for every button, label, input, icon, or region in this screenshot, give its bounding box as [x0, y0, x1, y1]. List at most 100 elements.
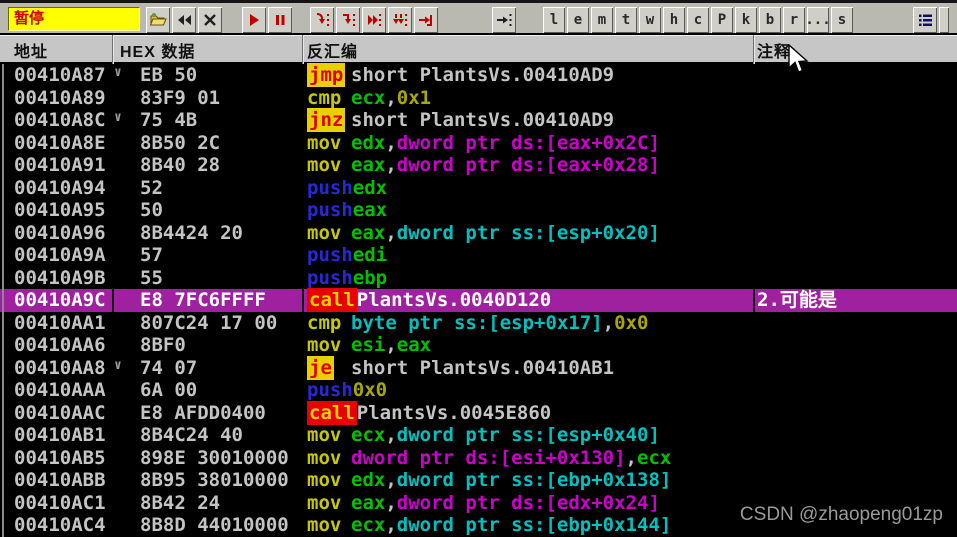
goto-icon: [496, 12, 512, 28]
disasm-row[interactable]: 00410AB1 8B4C24 40 mov ecx,dword ptr ss:[es…: [0, 424, 957, 447]
address-cell[interactable]: 00410AA8: [14, 357, 106, 380]
mnemonic-text: push: [307, 244, 353, 267]
address-cell[interactable]: 00410A87: [14, 64, 106, 87]
window-button-windows[interactable]: w: [639, 7, 661, 33]
mnemonic: mov: [307, 469, 351, 492]
column-header-hex[interactable]: HEX 数据: [120, 38, 195, 62]
address-cell[interactable]: 00410AA1: [14, 312, 106, 335]
window-button-cpu[interactable]: c: [687, 7, 709, 33]
address-cell[interactable]: 00410ABB: [14, 469, 106, 492]
window-button-more[interactable]: ...: [805, 7, 831, 33]
ollydbg-window: 暂停 l e m t w h c Pk b r... s 地址 HEX 数据 反汇编 注释 0041…: [0, 0, 957, 537]
disasm-cell: mov eax,dword ptr ds:[edx+0x24]: [307, 492, 660, 515]
window-button-source[interactable]: s: [831, 7, 853, 33]
mnemonic-text: push: [307, 199, 353, 222]
window-button-executables[interactable]: e: [567, 7, 589, 33]
address-cell[interactable]: 00410AAA: [14, 379, 106, 402]
address-cell[interactable]: 00410A96: [14, 222, 106, 245]
step-over-button[interactable]: [336, 7, 360, 33]
mnemonic-text: push: [307, 379, 353, 402]
disasm-row[interactable]: 00410A9C E8 7FC6FFFF call PlantsVs.0040D120…: [0, 288, 957, 313]
window-button-callstack[interactable]: k: [735, 7, 757, 33]
disasm-row[interactable]: 00410A8C ∨ 75 4B jnz short PlantsVs.00410AD9: [0, 108, 957, 133]
address-cell[interactable]: 00410A91: [14, 154, 106, 177]
close-button[interactable]: [198, 7, 222, 33]
disasm-row[interactable]: 00410AB5 898E 30010000 mov dword ptr ds:[es…: [0, 447, 957, 470]
run-button[interactable]: [242, 7, 266, 33]
disasm-row[interactable]: 00410AA6 8BF0 mov esi,eax: [0, 334, 957, 357]
disasm-row[interactable]: 00410A91 8B40 28 mov eax,dword ptr ds:[eax+…: [0, 154, 957, 177]
pause-button[interactable]: [268, 7, 292, 33]
step-into-button[interactable]: [310, 7, 334, 33]
operand-text: PlantsVs.0040D120: [356, 289, 552, 312]
disasm-row[interactable]: 00410ABB 8B95 38010000 mov edx,dword ptr ss…: [0, 469, 957, 492]
operand-mem: dword ptr ds:[eax+0x28]: [396, 154, 660, 177]
goto-button[interactable]: [492, 7, 516, 33]
address-cell[interactable]: 00410A9A: [14, 244, 106, 267]
partial-button[interactable]: [939, 7, 949, 33]
disasm-row[interactable]: 00410A9A 57 pushedi: [0, 244, 957, 267]
open-file-button[interactable]: [146, 7, 170, 33]
hex-bytes-cell: 8B95 38010000: [140, 469, 289, 492]
disasm-row[interactable]: 00410AA8 ∨ 74 07 je short PlantsVs.00410AB1: [0, 355, 957, 380]
address-cell[interactable]: 00410A94: [14, 177, 106, 200]
disasm-row[interactable]: 00410A89 83F9 01 cmp ecx,0x1: [0, 87, 957, 110]
disasm-cell: call PlantsVs.0045E860: [307, 400, 551, 425]
column-header-comment[interactable]: 注释: [757, 38, 791, 62]
column-header-disasm[interactable]: 反汇编: [307, 38, 358, 62]
window-button-breakpoints[interactable]: b: [759, 7, 781, 33]
column-header: 地址 HEX 数据 反汇编 注释: [0, 35, 957, 64]
toolbar-group: [310, 7, 438, 33]
address-cell[interactable]: 00410AAC: [14, 402, 106, 425]
address-cell[interactable]: 00410A89: [14, 87, 106, 110]
operand-text: short PlantsVs.00410AD9: [351, 64, 615, 86]
mnemonic: mov: [307, 492, 351, 515]
window-button-threads[interactable]: t: [615, 7, 637, 33]
disasm-row[interactable]: 00410A9B 55 pushebp: [0, 267, 957, 290]
operand-stack: byte ptr ss:[esp+0x17]: [351, 311, 603, 334]
address-cell[interactable]: 00410A95: [14, 199, 106, 222]
disasm-row[interactable]: 00410A87 ∨ EB 50 jmp short PlantsVs.00410AD9: [0, 63, 957, 87]
disasm-cell: call PlantsVs.0040D120: [307, 288, 552, 313]
window-button-references[interactable]: r: [783, 7, 805, 33]
address-cell[interactable]: 00410AA6: [14, 334, 106, 357]
address-cell[interactable]: 00410A8E: [14, 132, 106, 155]
rewind-icon: [176, 12, 192, 28]
trace-over-button[interactable]: [388, 7, 412, 33]
operand-reg: eax: [351, 221, 386, 244]
hex-bytes-cell: 807C24 17 00: [140, 311, 278, 334]
address-cell[interactable]: 00410AB1: [14, 424, 106, 447]
disasm-row[interactable]: 00410AA1 807C24 17 00 cmp byte ptr ss:[esp+…: [0, 312, 957, 335]
execute-till-return-button[interactable]: [414, 7, 438, 33]
column-header-address[interactable]: 地址: [14, 38, 48, 62]
window-button-log[interactable]: l: [543, 7, 565, 33]
restart-button[interactable]: [172, 7, 196, 33]
disassembly-panel[interactable]: 00410A87 ∨ EB 50 jmp short PlantsVs.00410AD9…: [0, 63, 957, 537]
disasm-row[interactable]: 00410A94 52 pushedx: [0, 177, 957, 200]
address-cell[interactable]: 00410A9C: [14, 289, 106, 312]
address-cell[interactable]: 00410AB5: [14, 447, 106, 470]
disasm-row[interactable]: 00410A95 50 pusheax: [0, 199, 957, 222]
disasm-cell: jnz short PlantsVs.00410AD9: [307, 108, 614, 133]
trace-into-button[interactable]: [362, 7, 386, 33]
address-cell[interactable]: 00410AC4: [14, 514, 106, 537]
toolbar-group: [146, 7, 222, 33]
disasm-row[interactable]: 00410A96 8B4424 20 mov eax,dword ptr ss:[es…: [0, 222, 957, 245]
windows-list-button[interactable]: [913, 7, 937, 33]
window-button-handles[interactable]: h: [663, 7, 685, 33]
address-cell[interactable]: 00410AC1: [14, 492, 106, 515]
mnemonic: push: [307, 267, 353, 290]
run-icon: [247, 13, 261, 27]
disasm-cell: pushedi: [307, 244, 387, 267]
address-cell[interactable]: 00410A9B: [14, 267, 106, 290]
disasm-row[interactable]: 00410A8E 8B50 2C mov edx,dword ptr ds:[eax+…: [0, 132, 957, 155]
disasm-row[interactable]: 00410AAC E8 AFDD0400 call PlantsVs.0045E860: [0, 400, 957, 425]
hex-bytes-cell: 83F9 01: [140, 86, 221, 109]
window-button-patches[interactable]: P: [711, 7, 733, 33]
hex-bytes-cell: 8B4C24 40: [140, 424, 243, 447]
address-cell[interactable]: 00410A8C: [14, 109, 106, 132]
window-button-memory[interactable]: m: [591, 7, 613, 33]
operand-reg: ecx: [351, 424, 386, 447]
disasm-row[interactable]: 00410AAA 6A 00 push0x0: [0, 379, 957, 402]
operand-mem: dword ptr ds:[edx+0x24]: [396, 491, 660, 514]
